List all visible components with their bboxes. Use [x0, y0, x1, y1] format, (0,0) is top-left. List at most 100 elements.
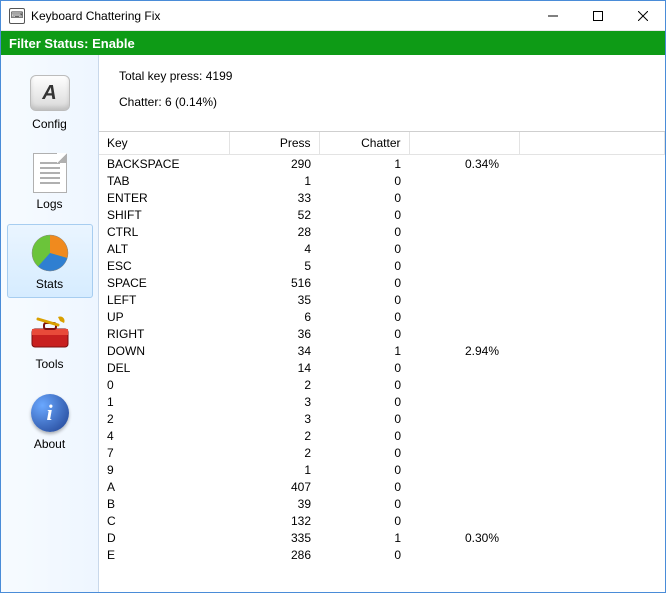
table-row[interactable]: 910	[99, 461, 665, 478]
table-row[interactable]: 020	[99, 376, 665, 393]
cell-pct	[409, 393, 519, 410]
col-chatter[interactable]: Chatter	[319, 132, 409, 155]
table-row[interactable]: D33510.30%	[99, 529, 665, 546]
cell-pct	[409, 240, 519, 257]
cell-key: ALT	[99, 240, 229, 257]
cell-press: 33	[229, 189, 319, 206]
cell-pct	[409, 495, 519, 512]
cell-chatter: 0	[319, 393, 409, 410]
cell-pct	[409, 444, 519, 461]
cell-press: 132	[229, 512, 319, 529]
cell-pct	[409, 274, 519, 291]
cell-press: 5	[229, 257, 319, 274]
cell-press: 407	[229, 478, 319, 495]
col-key[interactable]: Key	[99, 132, 229, 155]
sidebar: A Config Logs Stats	[1, 55, 99, 592]
cell-pct	[409, 478, 519, 495]
table-row[interactable]: ESC50	[99, 257, 665, 274]
cell-key: SPACE	[99, 274, 229, 291]
cell-pct	[409, 172, 519, 189]
cell-press: 2	[229, 444, 319, 461]
cell-press: 1	[229, 461, 319, 478]
cell-press: 335	[229, 529, 319, 546]
cell-key: DEL	[99, 359, 229, 376]
cell-chatter: 0	[319, 206, 409, 223]
cell-key: RIGHT	[99, 325, 229, 342]
cell-press: 516	[229, 274, 319, 291]
cell-key: ENTER	[99, 189, 229, 206]
sidebar-item-config[interactable]: A Config	[7, 64, 93, 138]
close-button[interactable]	[620, 1, 665, 30]
cell-key: 1	[99, 393, 229, 410]
col-spacer	[519, 132, 665, 155]
cell-press: 286	[229, 546, 319, 563]
table-row[interactable]: B390	[99, 495, 665, 512]
cell-press: 3	[229, 410, 319, 427]
info-icon: i	[26, 393, 74, 433]
table-row[interactable]: ENTER330	[99, 189, 665, 206]
cell-pct	[409, 461, 519, 478]
stats-table-container[interactable]: Key Press Chatter BACKSPACE29010.34%TAB1…	[99, 131, 665, 592]
cell-press: 14	[229, 359, 319, 376]
cell-pct	[409, 189, 519, 206]
table-row[interactable]: A4070	[99, 478, 665, 495]
cell-chatter: 1	[319, 155, 409, 173]
sidebar-item-label: Logs	[36, 197, 62, 211]
table-row[interactable]: CTRL280	[99, 223, 665, 240]
cell-chatter: 0	[319, 444, 409, 461]
piechart-icon	[26, 233, 74, 273]
sidebar-item-label: Tools	[35, 357, 63, 371]
main-panel: Total key press: 4199 Chatter: 6 (0.14%)…	[99, 55, 665, 592]
table-row[interactable]: RIGHT360	[99, 325, 665, 342]
minimize-button[interactable]	[530, 1, 575, 30]
cell-chatter: 0	[319, 461, 409, 478]
col-press[interactable]: Press	[229, 132, 319, 155]
table-row[interactable]: SPACE5160	[99, 274, 665, 291]
table-row[interactable]: C1320	[99, 512, 665, 529]
table-row[interactable]: TAB10	[99, 172, 665, 189]
cell-press: 34	[229, 342, 319, 359]
cell-key: TAB	[99, 172, 229, 189]
cell-press: 2	[229, 427, 319, 444]
cell-key: E	[99, 546, 229, 563]
cell-chatter: 1	[319, 529, 409, 546]
table-row[interactable]: UP60	[99, 308, 665, 325]
table-row[interactable]: DEL140	[99, 359, 665, 376]
table-row[interactable]: E2860	[99, 546, 665, 563]
maximize-button[interactable]	[575, 1, 620, 30]
table-row[interactable]: ALT40	[99, 240, 665, 257]
cell-key: A	[99, 478, 229, 495]
cell-pct	[409, 206, 519, 223]
table-row[interactable]: 130	[99, 393, 665, 410]
table-row[interactable]: 230	[99, 410, 665, 427]
cell-key: ESC	[99, 257, 229, 274]
cell-pct	[409, 546, 519, 563]
table-row[interactable]: DOWN3412.94%	[99, 342, 665, 359]
cell-pct	[409, 376, 519, 393]
cell-chatter: 1	[319, 342, 409, 359]
sidebar-item-about[interactable]: i About	[7, 384, 93, 458]
sidebar-item-logs[interactable]: Logs	[7, 144, 93, 218]
total-keypress: Total key press: 4199	[119, 69, 651, 83]
sidebar-item-tools[interactable]: Tools	[7, 304, 93, 378]
cell-key: 0	[99, 376, 229, 393]
cell-chatter: 0	[319, 240, 409, 257]
cell-pct: 0.34%	[409, 155, 519, 173]
cell-press: 2	[229, 376, 319, 393]
sidebar-item-label: Stats	[36, 277, 63, 291]
table-row[interactable]: 420	[99, 427, 665, 444]
cell-chatter: 0	[319, 223, 409, 240]
cell-chatter: 0	[319, 512, 409, 529]
cell-key: C	[99, 512, 229, 529]
sidebar-item-label: Config	[32, 117, 67, 131]
col-pct[interactable]	[409, 132, 519, 155]
summary: Total key press: 4199 Chatter: 6 (0.14%)	[99, 55, 665, 131]
cell-chatter: 0	[319, 257, 409, 274]
sidebar-item-stats[interactable]: Stats	[7, 224, 93, 298]
table-row[interactable]: BACKSPACE29010.34%	[99, 155, 665, 173]
table-row[interactable]: 720	[99, 444, 665, 461]
cell-chatter: 0	[319, 478, 409, 495]
table-row[interactable]: LEFT350	[99, 291, 665, 308]
cell-key: SHIFT	[99, 206, 229, 223]
table-row[interactable]: SHIFT520	[99, 206, 665, 223]
